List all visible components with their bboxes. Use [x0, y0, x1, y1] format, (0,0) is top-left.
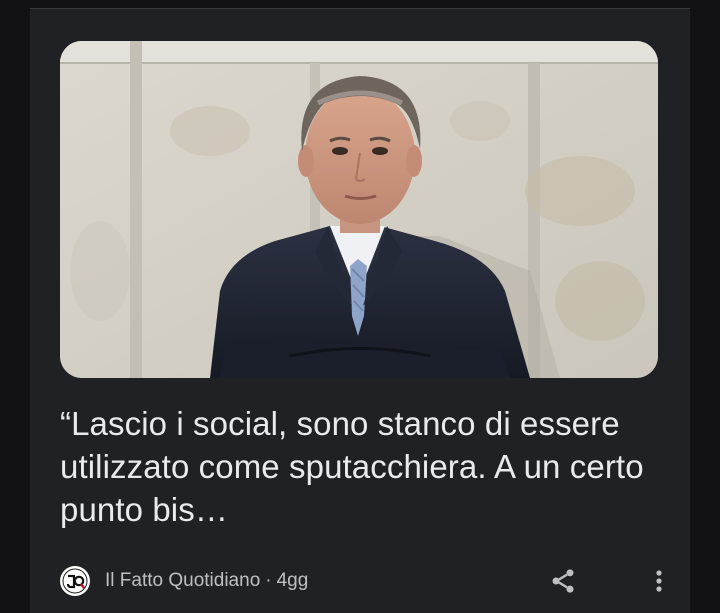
- news-feed-screen: “Lascio i social, sono stanco di essere …: [0, 0, 720, 613]
- article-meta: Il Fatto Quotidiano · 4gg: [60, 564, 670, 598]
- article-image[interactable]: [60, 41, 658, 378]
- source-name[interactable]: Il Fatto Quotidiano: [105, 570, 260, 592]
- article-age: 4gg: [276, 570, 309, 591]
- il-fatto-quotidiano-logo-icon: [60, 566, 90, 596]
- share-button[interactable]: [546, 564, 580, 598]
- more-vert-icon: [656, 570, 662, 592]
- meta-separator: ·: [265, 570, 272, 591]
- share-icon: [552, 569, 574, 593]
- headline[interactable]: “Lascio i social, sono stanco di essere …: [60, 402, 670, 531]
- more-options-button[interactable]: [642, 564, 676, 598]
- news-card[interactable]: “Lascio i social, sono stanco di essere …: [30, 8, 690, 613]
